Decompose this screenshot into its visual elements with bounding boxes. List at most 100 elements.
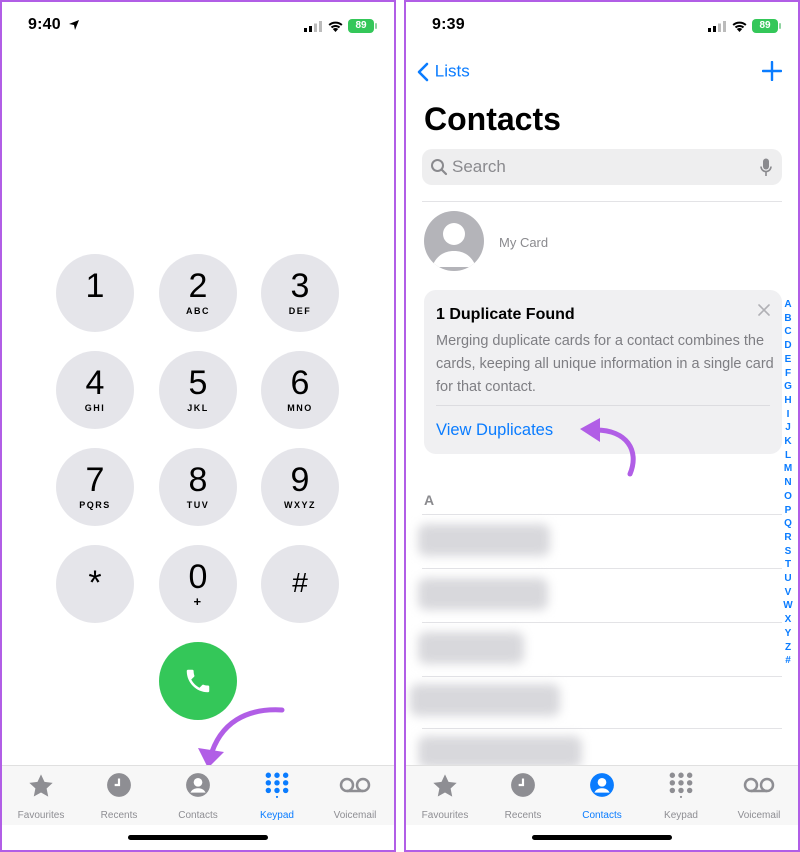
- key-digit: *: [88, 564, 102, 602]
- key-digit: 0: [188, 558, 208, 596]
- key-letters: PQRS: [79, 500, 111, 510]
- key-2[interactable]: 2 ABC: [159, 254, 237, 332]
- key-7[interactable]: 7 PQRS: [56, 448, 134, 526]
- index-letter[interactable]: Y: [782, 627, 794, 641]
- key-letters: WXYZ: [284, 500, 316, 510]
- key-0[interactable]: 0 +: [159, 545, 237, 623]
- index-letter[interactable]: C: [782, 325, 794, 339]
- tab-keypad[interactable]: Keypad: [642, 772, 720, 821]
- index-letter[interactable]: N: [782, 476, 794, 490]
- index-letter[interactable]: P: [782, 504, 794, 518]
- tab-recents[interactable]: Recents: [80, 772, 158, 821]
- divider: [422, 514, 782, 515]
- key-digit: 3: [290, 267, 310, 305]
- list-item[interactable]: [418, 578, 548, 610]
- index-letter[interactable]: S: [782, 545, 794, 559]
- index-letter[interactable]: M: [782, 462, 794, 476]
- index-letter[interactable]: K: [782, 435, 794, 449]
- key-letters: MNO: [287, 403, 313, 413]
- avatar[interactable]: [424, 211, 484, 271]
- key-8[interactable]: 8 TUV: [159, 448, 237, 526]
- alphabet-index[interactable]: A B C D E F G H I J K L M N O P Q R S T …: [782, 298, 794, 668]
- index-letter[interactable]: T: [782, 558, 794, 572]
- tab-favourites[interactable]: Favourites: [2, 772, 80, 821]
- key-5[interactable]: 5 JKL: [159, 351, 237, 429]
- call-button[interactable]: [159, 642, 237, 720]
- chevron-left-icon: [417, 62, 429, 81]
- index-letter[interactable]: G: [782, 380, 794, 394]
- key-digit: #: [292, 567, 308, 598]
- key-4[interactable]: 4 GHI: [56, 351, 134, 429]
- tab-bar: Favourites Recents Contacts Keypad Voice…: [406, 765, 798, 825]
- index-letter[interactable]: W: [782, 599, 794, 613]
- tab-recents[interactable]: Recents: [484, 772, 562, 821]
- index-letter[interactable]: I: [782, 408, 794, 422]
- index-letter[interactable]: L: [782, 449, 794, 463]
- key-digit: 6: [290, 364, 310, 402]
- key-1[interactable]: 1: [56, 254, 134, 332]
- index-letter[interactable]: A: [782, 298, 794, 312]
- key-digit: 8: [188, 461, 208, 499]
- list-item[interactable]: [418, 736, 582, 768]
- tab-contacts[interactable]: Contacts: [159, 772, 237, 821]
- page-title: Contacts: [424, 101, 561, 137]
- key-star[interactable]: *: [56, 545, 134, 623]
- index-letter[interactable]: #: [782, 654, 794, 668]
- list-item[interactable]: [418, 524, 550, 556]
- location-arrow-icon: [69, 20, 79, 30]
- tab-keypad[interactable]: Keypad: [238, 772, 316, 821]
- key-6[interactable]: 6 MNO: [261, 351, 339, 429]
- key-letters: ABC: [186, 306, 210, 316]
- tab-label: Voicemail: [333, 810, 377, 821]
- key-letters: JKL: [187, 403, 209, 413]
- add-contact-button[interactable]: [761, 58, 783, 86]
- wifi-icon: [732, 21, 747, 32]
- index-letter[interactable]: B: [782, 312, 794, 326]
- divider: [422, 622, 782, 623]
- key-digit: 7: [85, 461, 105, 499]
- status-time: 9:39: [432, 16, 465, 33]
- index-letter[interactable]: Q: [782, 517, 794, 531]
- index-letter[interactable]: V: [782, 586, 794, 600]
- index-letter[interactable]: O: [782, 490, 794, 504]
- tab-label: Contacts: [582, 810, 622, 821]
- index-letter[interactable]: Z: [782, 641, 794, 655]
- search-input[interactable]: [452, 155, 752, 179]
- index-letter[interactable]: U: [782, 572, 794, 586]
- index-letter[interactable]: R: [782, 531, 794, 545]
- index-letter[interactable]: X: [782, 613, 794, 627]
- list-item[interactable]: [410, 684, 560, 716]
- keypad-screen: 9:40 89 1 2 ABC 3 DEF 4 GHI 5 JKL 6 MNO 7 PQRS…: [0, 0, 396, 852]
- tab-label: Contacts: [178, 810, 218, 821]
- tab-voicemail[interactable]: Voicemail: [720, 772, 798, 821]
- index-letter[interactable]: D: [782, 339, 794, 353]
- divider: [422, 728, 782, 729]
- index-letter[interactable]: F: [782, 367, 794, 381]
- microphone-icon[interactable]: [760, 158, 772, 177]
- key-letters: GHI: [84, 403, 106, 413]
- search-bar[interactable]: [422, 149, 782, 185]
- duplicate-found-card: 1 Duplicate Found Merging duplicate card…: [424, 290, 782, 454]
- duplicate-description: Merging duplicate cards for a contact co…: [436, 333, 774, 395]
- keypad-icon: [265, 772, 289, 798]
- tab-favourites[interactable]: Favourites: [406, 772, 484, 821]
- my-card-label[interactable]: My Card: [499, 235, 548, 250]
- view-duplicates-link[interactable]: View Duplicates: [436, 421, 553, 440]
- home-indicator: [128, 835, 268, 840]
- tab-contacts[interactable]: Contacts: [563, 772, 641, 821]
- index-letter[interactable]: J: [782, 421, 794, 435]
- key-3[interactable]: 3 DEF: [261, 254, 339, 332]
- close-button[interactable]: [758, 300, 770, 321]
- index-letter[interactable]: E: [782, 353, 794, 367]
- tab-voicemail[interactable]: Voicemail: [316, 772, 394, 821]
- clock-icon: [107, 773, 131, 797]
- key-letters: +: [193, 594, 203, 609]
- divider: [436, 405, 770, 406]
- key-hash[interactable]: #: [261, 545, 339, 623]
- back-button[interactable]: Lists: [416, 61, 470, 82]
- key-9[interactable]: 9 WXYZ: [261, 448, 339, 526]
- index-letter[interactable]: H: [782, 394, 794, 408]
- list-item[interactable]: [418, 632, 524, 664]
- divider: [422, 568, 782, 569]
- tab-label: Favourites: [17, 810, 65, 821]
